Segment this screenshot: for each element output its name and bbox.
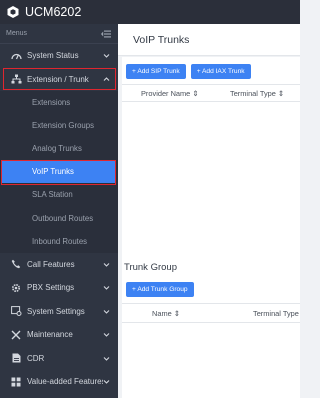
sidebar-item-label: System Settings bbox=[27, 306, 85, 316]
tools-icon bbox=[10, 329, 22, 341]
sidebar-item-label: Call Features bbox=[27, 259, 75, 269]
sidebar-item-label: System Status bbox=[27, 51, 79, 61]
trunk-toolbar: + Add SIP Trunk + Add IAX Trunk bbox=[122, 57, 300, 79]
gear-icon bbox=[10, 282, 22, 294]
chevron-up-icon bbox=[103, 76, 110, 81]
sidebar-item-label: CDR bbox=[27, 353, 45, 363]
document-icon bbox=[10, 352, 22, 364]
settings-window-icon bbox=[10, 305, 22, 317]
sidebar-item-label: Maintenance bbox=[27, 330, 73, 340]
trunk-group-table-header: Name ⇕ Terminal Type bbox=[122, 303, 300, 323]
app-window: UCM6202 Menus System Status Extension / … bbox=[0, 0, 300, 398]
sidebar-item-label: Extension / Trunk bbox=[27, 74, 89, 84]
trunk-group-toolbar: + Add Trunk Group bbox=[122, 273, 300, 297]
collapse-menu-icon[interactable] bbox=[101, 30, 111, 38]
trunks-table-header: Provider Name ⇕ Terminal Type ⇕ bbox=[122, 84, 300, 102]
sidebar-subitem-analog-trunks[interactable]: Analog Trunks bbox=[0, 137, 118, 160]
sidebar-item-label: Value-added Features bbox=[27, 377, 103, 387]
trunk-group-panel: Trunk Group + Add Trunk Group Name ⇕ Ter… bbox=[122, 258, 300, 398]
network-icon bbox=[10, 73, 22, 85]
sidebar-subitem-inbound-routes[interactable]: Inbound Routes bbox=[0, 230, 118, 253]
gauge-icon bbox=[10, 50, 22, 62]
add-iax-trunk-button[interactable]: + Add IAX Trunk bbox=[190, 64, 251, 79]
main-content: VoIP Trunks + Add SIP Trunk + Add IAX Tr… bbox=[118, 24, 300, 398]
chevron-down-icon bbox=[103, 54, 110, 59]
sidebar-subitem-outbound-routes[interactable]: Outbound Routes bbox=[0, 206, 118, 229]
menus-label: Menus bbox=[6, 30, 28, 37]
grid-icon bbox=[10, 376, 22, 388]
trunk-group-title: Trunk Group bbox=[124, 262, 177, 273]
phone-icon bbox=[10, 258, 22, 270]
sidebar-item-pbx-settings[interactable]: PBX Settings bbox=[0, 276, 118, 300]
sidebar-subitem-extensions[interactable]: Extensions bbox=[0, 91, 118, 114]
sidebar-item-label: PBX Settings bbox=[27, 283, 75, 293]
sidebar-subitem-extension-groups[interactable]: Extension Groups bbox=[0, 114, 118, 137]
app-title: UCM6202 bbox=[25, 5, 82, 19]
extension-trunk-submenu: Extensions Extension Groups Analog Trunk… bbox=[0, 91, 118, 253]
sidebar: Menus System Status Extension / Trunk Ex… bbox=[0, 24, 118, 398]
add-sip-trunk-button[interactable]: + Add SIP Trunk bbox=[126, 64, 186, 79]
chevron-down-icon bbox=[103, 310, 110, 314]
sidebar-item-call-features[interactable]: Call Features bbox=[0, 253, 118, 277]
page-title: VoIP Trunks bbox=[118, 24, 300, 56]
add-trunk-group-button[interactable]: + Add Trunk Group bbox=[126, 282, 194, 297]
chevron-down-icon bbox=[103, 286, 110, 291]
top-bar: UCM6202 bbox=[0, 0, 300, 24]
sidebar-subitem-voip-trunks[interactable]: VoIP Trunks bbox=[2, 160, 116, 184]
chevron-down-icon bbox=[103, 333, 110, 338]
sidebar-item-system-settings[interactable]: System Settings bbox=[0, 300, 118, 324]
sidebar-item-extension-trunk[interactable]: Extension / Trunk bbox=[0, 68, 118, 92]
menus-header: Menus bbox=[0, 24, 118, 44]
chevron-down-icon bbox=[103, 263, 110, 267]
column-name[interactable]: Name ⇕ bbox=[152, 309, 253, 318]
sidebar-subitem-sla-station[interactable]: SLA Station bbox=[0, 183, 118, 206]
column-terminal-type[interactable]: Terminal Type bbox=[253, 309, 299, 318]
column-terminal-type[interactable]: Terminal Type ⇕ bbox=[230, 89, 284, 98]
sidebar-item-system-status[interactable]: System Status bbox=[0, 44, 118, 68]
chevron-down-icon bbox=[103, 357, 110, 361]
column-provider-name[interactable]: Provider Name ⇕ bbox=[141, 89, 230, 98]
logo-icon bbox=[7, 6, 19, 18]
sidebar-item-value-added-features[interactable]: Value-added Features bbox=[0, 370, 118, 394]
sidebar-item-maintenance[interactable]: Maintenance bbox=[0, 323, 118, 347]
voip-trunks-panel: + Add SIP Trunk + Add IAX Trunk Provider… bbox=[122, 57, 300, 259]
chevron-down-icon bbox=[103, 380, 110, 385]
sidebar-item-cdr[interactable]: CDR bbox=[0, 347, 118, 371]
